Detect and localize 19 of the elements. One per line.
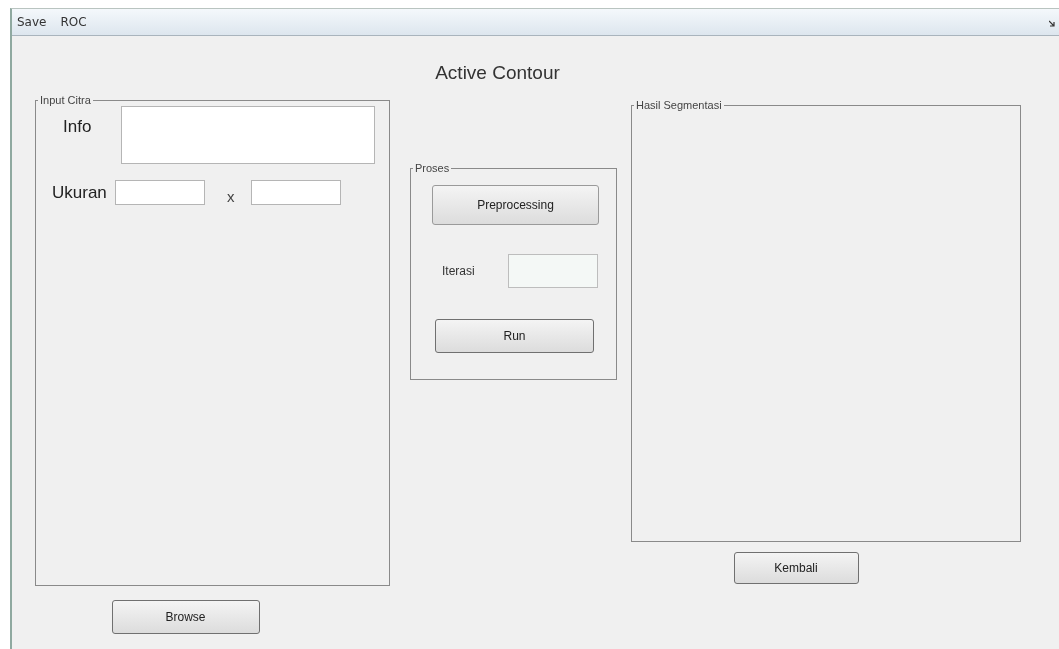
panel-title: Proses [414,162,451,174]
iteration-label: Iterasi [442,264,476,278]
info-field[interactable] [121,106,375,164]
size-separator: x [226,188,236,205]
menu-item[interactable]: ROC [60,15,87,29]
preprocessing-button[interactable]: Preprocessing [432,185,599,225]
panel-title: Hasil Segmentasi [635,99,723,111]
dock-arrow-icon[interactable] [1049,20,1056,27]
browse-button[interactable]: Browse [111,600,260,634]
iteration-field[interactable] [508,254,598,288]
info-label: Info [63,117,93,137]
height-field[interactable] [250,180,341,205]
run-button[interactable]: Run [435,319,594,353]
panel-title: Input Citra [39,94,92,106]
size-label: Ukuran [52,182,107,203]
back-button[interactable]: Kembali [733,552,859,584]
menu-item[interactable]: Save [17,15,47,29]
width-field[interactable] [114,180,205,205]
figure-title: Active Contour [434,62,561,85]
